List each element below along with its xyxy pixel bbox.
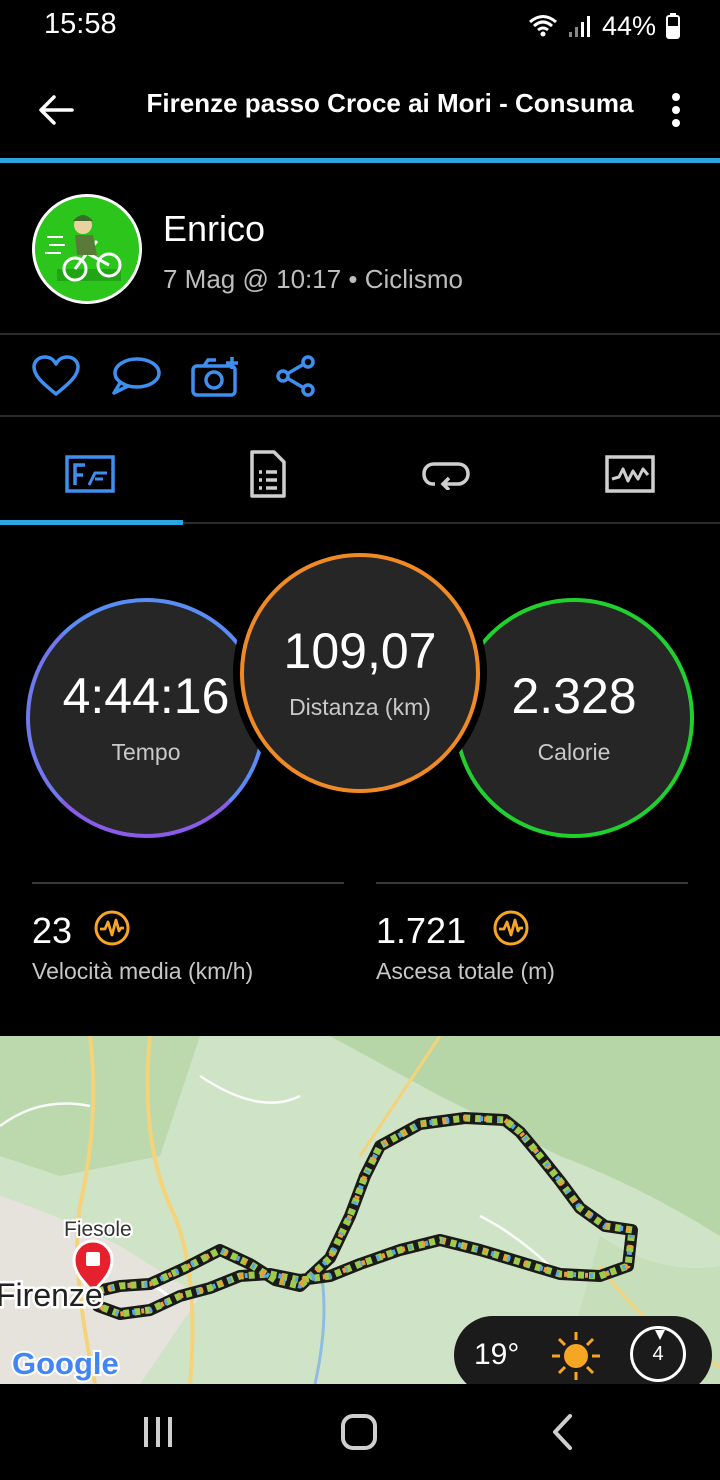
status-bar: 15:58 44% xyxy=(0,0,720,52)
tab-details[interactable] xyxy=(178,430,358,518)
weather-widget[interactable]: 19° 4 xyxy=(454,1316,712,1394)
page-title: Firenze passo Croce ai Mori - Consuma xyxy=(146,88,634,118)
avg-speed-value: 23 xyxy=(32,910,73,951)
calories-value: 2.328 xyxy=(511,667,637,724)
add-photo-icon xyxy=(191,357,238,397)
home-icon xyxy=(341,1414,377,1450)
avg-speed-divider xyxy=(32,882,344,884)
like-button[interactable] xyxy=(28,350,84,402)
battery-icon xyxy=(666,13,680,39)
distance-label: Distanza (km) xyxy=(289,693,431,720)
time-label: Tempo xyxy=(111,738,181,765)
user-name[interactable]: Enrico xyxy=(163,208,265,250)
laps-icon xyxy=(422,462,470,490)
place-label-firenze: Firenze xyxy=(0,1277,103,1313)
tab-charts[interactable] xyxy=(540,430,720,518)
avg-speed-label: Velocità media (km/h) xyxy=(32,958,254,984)
share-button[interactable] xyxy=(268,350,324,402)
battery-percent: 44% xyxy=(601,10,656,41)
details-icon xyxy=(250,450,286,498)
back-button[interactable] xyxy=(28,82,84,138)
more-vert-icon xyxy=(672,93,680,127)
activity-badge-icon[interactable] xyxy=(492,909,530,947)
home-button[interactable] xyxy=(329,1406,389,1458)
tab-active-indicator xyxy=(0,520,183,525)
ascent-divider xyxy=(376,882,688,884)
calories-label: Calorie xyxy=(537,738,611,765)
profile-divider xyxy=(0,333,720,335)
total-ascent-value: 1.721 xyxy=(376,910,467,951)
add-photo-button[interactable] xyxy=(188,350,244,402)
activity-badge-icon[interactable] xyxy=(93,909,131,947)
google-attribution: Google xyxy=(12,1346,119,1381)
share-icon xyxy=(276,355,315,397)
wind-direction-icon xyxy=(655,1330,665,1340)
recents-button[interactable] xyxy=(128,1406,188,1458)
comment-button[interactable] xyxy=(108,350,164,402)
wind-compass: 4 xyxy=(630,1326,686,1382)
stat-circle-time[interactable]: 4:44:16 Tempo xyxy=(26,598,266,838)
accent-divider xyxy=(0,158,720,163)
stat-circle-distance[interactable]: 109,07 Distanza (km) xyxy=(240,553,480,793)
wind-speed: 4 xyxy=(652,1342,664,1365)
cyclist-avatar-icon xyxy=(35,197,139,301)
comment-icon xyxy=(112,357,161,395)
tab-overview[interactable] xyxy=(0,430,180,518)
signal-icon xyxy=(568,16,590,37)
avatar[interactable] xyxy=(32,194,142,304)
total-ascent-label: Ascesa totale (m) xyxy=(376,958,555,984)
overview-icon xyxy=(65,455,115,493)
status-time: 15:58 xyxy=(44,8,117,40)
system-back-button[interactable] xyxy=(532,1406,592,1458)
place-label-fiesole: Fiesole xyxy=(64,1218,132,1241)
stat-circle-calories[interactable]: 2.328 Calorie xyxy=(454,598,694,838)
more-options-button[interactable] xyxy=(654,82,698,138)
system-nav-bar xyxy=(0,1384,720,1480)
back-arrow-icon xyxy=(39,95,74,125)
wifi-icon xyxy=(528,15,557,37)
recents-icon xyxy=(144,1417,172,1447)
charts-icon xyxy=(605,455,655,493)
actions-divider xyxy=(0,415,720,417)
tab-laps[interactable] xyxy=(356,430,536,518)
app-bar: Firenze passo Croce ai Mori - Consuma xyxy=(0,60,720,158)
sun-icon xyxy=(552,1332,600,1380)
heart-icon xyxy=(32,355,80,396)
time-value: 4:44:16 xyxy=(62,667,230,724)
status-indicators: 44% xyxy=(528,8,680,44)
activity-meta: 7 Mag @ 10:17 • Ciclismo xyxy=(163,264,463,294)
weather-temperature: 19° xyxy=(474,1338,520,1371)
back-icon xyxy=(553,1414,572,1450)
distance-value: 109,07 xyxy=(283,622,437,679)
